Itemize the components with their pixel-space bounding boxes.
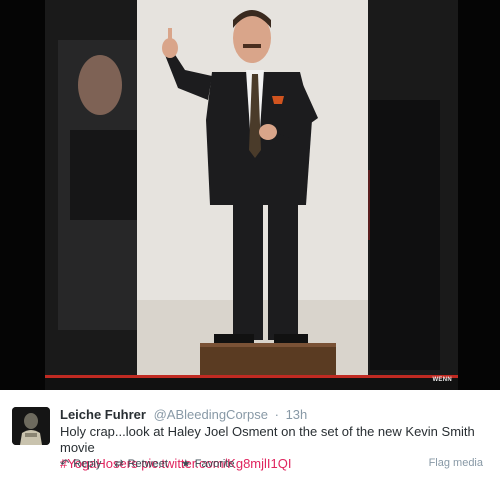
reply-label: Reply [73, 457, 102, 470]
flag-media-link[interactable]: Flag media [429, 457, 483, 469]
username[interactable]: @ABleedingCorpse [154, 407, 268, 422]
retweet-button[interactable]: ⇄ Retweet [114, 457, 168, 471]
favorite-label: Favorite [194, 457, 235, 470]
avatar[interactable] [12, 407, 50, 445]
favorite-button[interactable]: ★ Favorite [180, 457, 235, 471]
reply-icon: ↶ [60, 458, 70, 470]
retweet-label: Retweet [127, 457, 168, 470]
photo-illustration [0, 0, 500, 390]
tweet-body-text: Holy crap...look at Haley Joel Osment on… [60, 424, 475, 455]
tweet-card: Leiche Fuhrer @ABleedingCorpse · 13h Hol… [0, 390, 500, 483]
tweet-header: Leiche Fuhrer @ABleedingCorpse · 13h [60, 407, 307, 422]
tweet-actions: ↶ Reply ⇄ Retweet ★ Favorite [60, 457, 248, 471]
reply-button[interactable]: ↶ Reply [60, 457, 102, 471]
star-icon: ★ [180, 458, 191, 470]
separator-dot: · [274, 407, 279, 422]
retweet-icon: ⇄ [114, 458, 124, 470]
photo-watermark: WENN [432, 377, 452, 383]
display-name[interactable]: Leiche Fuhrer [60, 407, 146, 422]
avatar-image [12, 407, 50, 445]
tweet-media-photo[interactable]: WENN [0, 0, 500, 390]
timestamp[interactable]: 13h [286, 407, 308, 422]
